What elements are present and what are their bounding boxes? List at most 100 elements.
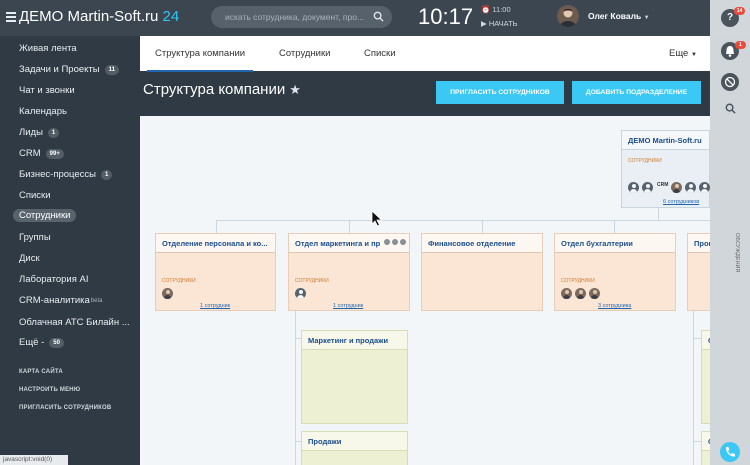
sidebar-item-ai-lab[interactable]: Лаборатория AI [19, 274, 88, 285]
employee-avatar[interactable] [162, 288, 173, 299]
employee-avatar[interactable] [699, 182, 710, 193]
employee-avatar[interactable] [685, 182, 696, 193]
search-icon[interactable] [373, 11, 384, 22]
tab-lists[interactable]: Списки [364, 48, 396, 59]
node-title[interactable]: Отдел бухгалтерии [555, 234, 675, 253]
employee-avatar[interactable] [561, 288, 572, 299]
sidebar-item-groups[interactable]: Группы [19, 232, 51, 243]
tab-company-structure[interactable]: Структура компании [146, 48, 254, 72]
sidebar-item-employees[interactable]: Сотрудники [13, 209, 77, 222]
node-title[interactable]: ДЕМО Martin-Soft.ru [622, 131, 709, 150]
do-not-disturb-icon[interactable] [721, 73, 739, 91]
sidebar-item-crm-analytics[interactable]: CRM-аналитика beta [19, 295, 102, 306]
sidebar-item-lists[interactable]: Списки [19, 190, 51, 201]
delete-icon[interactable] [400, 239, 406, 245]
connector-line [693, 441, 701, 442]
node-title[interactable]: Продажи [302, 432, 407, 451]
sitemap-link[interactable]: КАРТА САЙТА [19, 369, 63, 375]
employee-avatar[interactable] [671, 182, 682, 193]
search-input[interactable] [211, 6, 371, 28]
employee-count-link[interactable]: 1 сотрудник [200, 303, 230, 309]
clock-time: 10:17 [418, 4, 474, 29]
sidebar-item-cloud-pbx[interactable]: Облачная АТС Билайн ... [19, 317, 130, 328]
user-name-menu[interactable]: Олег Коваль ▼ [588, 11, 650, 21]
node-role-label: СОТРУДНИКИ [295, 278, 329, 284]
add-department-button[interactable]: ДОБАВИТЬ ПОДРАЗДЕЛЕНИЕ [572, 81, 701, 104]
add-icon[interactable] [392, 239, 398, 245]
connector-line [658, 208, 659, 221]
tab-employees[interactable]: Сотрудники [279, 48, 330, 59]
invite-employees-button[interactable]: ПРИГЛАСИТЬ СОТРУДНИКОВ [436, 81, 564, 104]
alarm-time[interactable]: ⏰ 11:00 [481, 5, 511, 14]
more-tabs-button[interactable]: Еще ▼ [669, 48, 697, 59]
sidebar-item-bizproc[interactable]: Бизнес-процессы 1 [19, 169, 113, 180]
employee-avatar[interactable] [628, 182, 639, 193]
node-title[interactable]: Производств [688, 234, 710, 253]
node-role-label: СОТРУДНИКИ [162, 278, 196, 284]
chevron-down-icon: ▼ [690, 52, 697, 58]
connector-line [482, 220, 483, 233]
left-sidebar [0, 36, 140, 465]
hamburger-menu-icon[interactable] [6, 12, 16, 22]
mouse-cursor-icon [371, 210, 383, 227]
employee-avatar[interactable] [295, 288, 306, 299]
employee-avatar[interactable] [589, 288, 600, 299]
edit-icon[interactable] [384, 239, 390, 245]
employee-avatar[interactable] [575, 288, 586, 299]
org-node-subdepartment[interactable]: Маркетинг и продажи [301, 330, 408, 424]
tasks-counter-badge: 11 [104, 64, 119, 75]
bizproc-counter-badge: 1 [101, 169, 113, 180]
node-role-label: СОТРУДНИКИ [561, 278, 595, 284]
employee-count-link[interactable]: 3 сотрудника [598, 303, 631, 309]
org-node-department[interactable]: Отдел бухгалтерии СОТРУДНИКИ 3 сотрудник… [554, 233, 676, 311]
org-node-department[interactable]: Отделение персонала и ко... СОТРУДНИКИ 1… [155, 233, 276, 311]
right-panel: ? 14 1 ОБСУЖДЕНИЯ [710, 0, 750, 465]
org-node-root[interactable]: ДЕМО Martin-Soft.ru СОТРУДНИКИ CRM 6 сот… [621, 130, 710, 208]
page-title: Структура компании ★ [143, 81, 301, 98]
org-node-department[interactable]: Производств [687, 233, 710, 311]
phone-call-icon[interactable] [720, 442, 740, 462]
crm-logo-label: CRM [657, 182, 669, 188]
invite-employees-link[interactable]: ПРИГЛАСИТЬ СОТРУДНИКОВ [19, 405, 111, 411]
org-node-subdepartment[interactable]: Продажи [301, 431, 408, 465]
connector-line [216, 220, 217, 233]
portal-logo[interactable]: ДЕМО Martin-Soft.ru 24 [19, 8, 179, 25]
sidebar-item-tasks[interactable]: Задачи и Проекты 11 [19, 64, 119, 75]
notification-badge: 14 [734, 7, 745, 15]
node-tools [384, 239, 406, 245]
sidebar-item-disk[interactable]: Диск [19, 253, 40, 264]
more-counter-badge: 50 [49, 337, 64, 348]
node-role-label: СОТРУДНИКИ [628, 158, 662, 164]
org-node-department[interactable]: Финансовое отделение [421, 233, 543, 311]
employee-count-link[interactable]: 1 сотрудник [333, 303, 363, 309]
connector-line [216, 220, 710, 221]
bell-badge: 1 [735, 41, 746, 49]
connector-line [349, 220, 350, 233]
configure-menu-link[interactable]: НАСТРОИТЬ МЕНЮ [19, 387, 80, 393]
employee-avatar[interactable] [642, 182, 653, 193]
connector-line [614, 220, 615, 233]
employee-count-link[interactable]: 6 сотрудников [663, 199, 699, 205]
org-node-subdepartment[interactable]: Отдел гр [701, 431, 710, 465]
start-workday-button[interactable]: ▶ НАЧАТЬ [481, 19, 518, 28]
node-title[interactable]: Отдел гр [702, 432, 710, 451]
sidebar-item-calendar[interactable]: Календарь [19, 106, 67, 117]
org-node-subdepartment[interactable]: Отдел внеш [701, 330, 710, 424]
node-title[interactable]: Маркетинг и продажи [302, 331, 407, 350]
search-box[interactable] [211, 6, 392, 28]
node-title[interactable]: Отделение персонала и ко... [156, 234, 275, 253]
node-title[interactable]: Финансовое отделение [422, 234, 542, 253]
discussions-vertical-label[interactable]: ОБСУЖДЕНИЯ [734, 233, 740, 272]
sidebar-item-leads[interactable]: Лиды 1 [19, 127, 60, 138]
top-header: ДЕМО Martin-Soft.ru 24 10:17 ⏰ 11:00 ▶ Н… [0, 0, 750, 36]
org-chart-canvas[interactable]: ДЕМО Martin-Soft.ru СОТРУДНИКИ CRM 6 сот… [140, 116, 710, 465]
favorite-star-icon[interactable]: ★ [289, 82, 301, 97]
node-title[interactable]: Отдел внеш [702, 331, 710, 350]
sidebar-item-more[interactable]: Ещё -50 [19, 337, 64, 348]
search-icon[interactable] [725, 103, 736, 114]
user-avatar[interactable] [557, 5, 579, 27]
org-node-department[interactable]: Отдел маркетинга и пр СОТРУДНИКИ 1 сотру… [288, 233, 410, 311]
sidebar-item-crm[interactable]: CRM 99+ [19, 148, 64, 159]
sidebar-item-chat[interactable]: Чат и звонки [19, 85, 75, 96]
sidebar-item-feed[interactable]: Живая лента [19, 43, 77, 54]
